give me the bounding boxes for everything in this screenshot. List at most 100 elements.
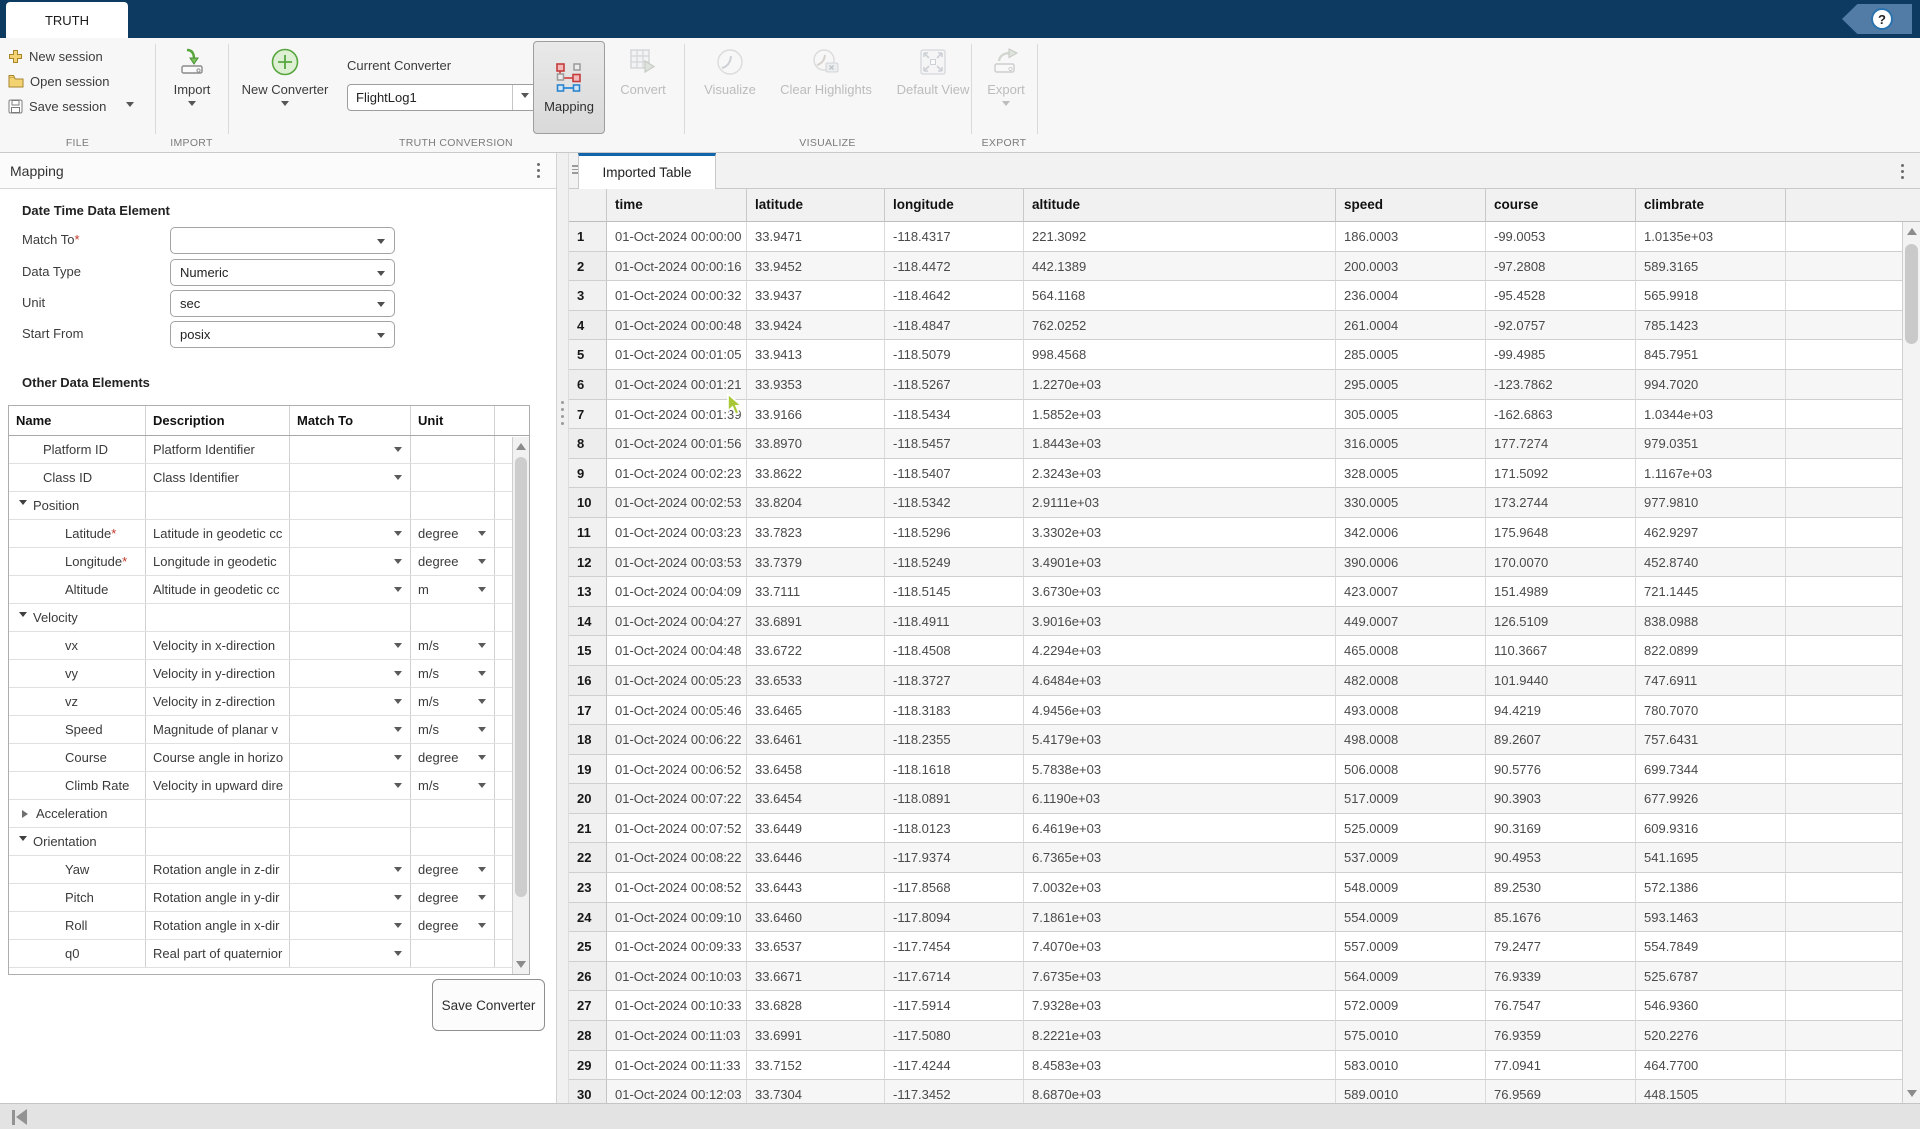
- table-cell[interactable]: 90.4953: [1486, 843, 1636, 873]
- table-cell[interactable]: 01-Oct-2024 00:11:03: [607, 1021, 747, 1051]
- tree-cell-unit[interactable]: degree: [411, 912, 495, 939]
- collapse-group-icon[interactable]: [19, 500, 27, 509]
- collapse-group-icon[interactable]: [19, 836, 27, 845]
- row-number-cell[interactable]: 4: [569, 311, 607, 341]
- table-cell[interactable]: 462.9297: [1636, 518, 1786, 548]
- table-cell[interactable]: 33.6465: [747, 696, 885, 726]
- table-cell[interactable]: 33.6446: [747, 843, 885, 873]
- table-cell[interactable]: -118.3727: [885, 666, 1024, 696]
- table-cell[interactable]: 6.1190e+03: [1024, 784, 1336, 814]
- tree-cell-unit[interactable]: degree: [411, 744, 495, 771]
- table-cell[interactable]: 01-Oct-2024 00:07:52: [607, 814, 747, 844]
- unit-dropdown-icon[interactable]: [478, 867, 486, 876]
- row-number-cell[interactable]: 22: [569, 843, 607, 873]
- table-cell[interactable]: 838.0988: [1636, 607, 1786, 637]
- table-cell[interactable]: 977.9810: [1636, 488, 1786, 518]
- table-cell[interactable]: 33.9471: [747, 222, 885, 252]
- table-cell[interactable]: -118.5267: [885, 370, 1024, 400]
- table-cell[interactable]: 76.9359: [1486, 1021, 1636, 1051]
- table-cell[interactable]: 01-Oct-2024 00:07:22: [607, 784, 747, 814]
- scrollbar-thumb[interactable]: [515, 457, 527, 897]
- table-cell[interactable]: 33.9353: [747, 370, 885, 400]
- table-cell[interactable]: 01-Oct-2024 00:06:52: [607, 755, 747, 785]
- unit-dropdown-icon[interactable]: [478, 895, 486, 904]
- table-cell[interactable]: 89.2607: [1486, 725, 1636, 755]
- table-cell[interactable]: 33.8970: [747, 429, 885, 459]
- table-cell[interactable]: 01-Oct-2024 00:04:27: [607, 607, 747, 637]
- table-cell[interactable]: 01-Oct-2024 00:03:53: [607, 548, 747, 578]
- tab-imported-table[interactable]: Imported Table: [578, 153, 716, 189]
- table-cell[interactable]: -99.0053: [1486, 222, 1636, 252]
- table-cell[interactable]: -117.5080: [885, 1021, 1024, 1051]
- row-number-cell[interactable]: 17: [569, 696, 607, 726]
- unit-dropdown-icon[interactable]: [478, 923, 486, 932]
- table-cell[interactable]: 33.6828: [747, 991, 885, 1021]
- tree-row[interactable]: AltitudeAltitude in geodetic ccm: [9, 576, 529, 604]
- table-cell[interactable]: 699.7344: [1636, 755, 1786, 785]
- row-number-cell[interactable]: 28: [569, 1021, 607, 1051]
- row-number-cell[interactable]: 2: [569, 252, 607, 282]
- table-cell[interactable]: 01-Oct-2024 00:09:10: [607, 903, 747, 933]
- scroll-down-icon[interactable]: [1907, 1090, 1917, 1097]
- match-to-dropdown-icon[interactable]: [394, 699, 402, 708]
- table-cell[interactable]: 554.7849: [1636, 932, 1786, 962]
- tree-row[interactable]: Velocity: [9, 604, 529, 632]
- table-cell[interactable]: 170.0070: [1486, 548, 1636, 578]
- table-cell[interactable]: 94.4219: [1486, 696, 1636, 726]
- table-cell[interactable]: 565.9918: [1636, 281, 1786, 311]
- tree-cell-match-to[interactable]: [290, 548, 411, 575]
- table-cell[interactable]: 79.2477: [1486, 932, 1636, 962]
- table-cell[interactable]: -123.7862: [1486, 370, 1636, 400]
- table-cell[interactable]: -118.0891: [885, 784, 1024, 814]
- table-cell[interactable]: 7.9328e+03: [1024, 991, 1336, 1021]
- table-cell[interactable]: 506.0008: [1336, 755, 1486, 785]
- table-cell[interactable]: 589.0010: [1336, 1080, 1486, 1103]
- table-cell[interactable]: 01-Oct-2024 00:03:23: [607, 518, 747, 548]
- tree-row[interactable]: Latitude*Latitude in geodetic ccdegree: [9, 520, 529, 548]
- table-cell[interactable]: -95.4528: [1486, 281, 1636, 311]
- save-session-dropdown-caret[interactable]: [126, 102, 134, 111]
- table-cell[interactable]: 452.8740: [1636, 548, 1786, 578]
- table-cell[interactable]: 1.0135e+03: [1636, 222, 1786, 252]
- tree-cell-unit[interactable]: degree: [411, 520, 495, 547]
- table-cell[interactable]: 171.5092: [1486, 459, 1636, 489]
- row-number-cell[interactable]: 7: [569, 400, 607, 430]
- table-cell[interactable]: 01-Oct-2024 00:05:46: [607, 696, 747, 726]
- table-cell[interactable]: 01-Oct-2024 00:01:05: [607, 340, 747, 370]
- table-cell[interactable]: 979.0351: [1636, 429, 1786, 459]
- table-cell[interactable]: 998.4568: [1024, 340, 1336, 370]
- table-cell[interactable]: 342.0006: [1336, 518, 1486, 548]
- table-cell[interactable]: 747.6911: [1636, 666, 1786, 696]
- match-to-dropdown-icon[interactable]: [394, 755, 402, 764]
- table-cell[interactable]: 2.3243e+03: [1024, 459, 1336, 489]
- tree-row[interactable]: YawRotation angle in z-dirdegree: [9, 856, 529, 884]
- table-cell[interactable]: 33.7823: [747, 518, 885, 548]
- tree-cell-match-to[interactable]: [290, 520, 411, 547]
- table-cell[interactable]: 173.2744: [1486, 488, 1636, 518]
- scroll-down-icon[interactable]: [516, 961, 526, 968]
- table-cell[interactable]: 1.5852e+03: [1024, 400, 1336, 430]
- table-cell[interactable]: -118.4317: [885, 222, 1024, 252]
- table-cell[interactable]: 498.0008: [1336, 725, 1486, 755]
- unit-dropdown-icon[interactable]: [478, 783, 486, 792]
- table-cell[interactable]: 01-Oct-2024 00:01:56: [607, 429, 747, 459]
- table-cell[interactable]: -92.0757: [1486, 311, 1636, 341]
- table-cell[interactable]: 5.4179e+03: [1024, 725, 1336, 755]
- table-cell[interactable]: -162.6863: [1486, 400, 1636, 430]
- ribbon-tab-truth[interactable]: TRUTH: [6, 2, 128, 38]
- table-cell[interactable]: 554.0009: [1336, 903, 1486, 933]
- table-cell[interactable]: 8.6870e+03: [1024, 1080, 1336, 1103]
- table-cell[interactable]: 01-Oct-2024 00:01:39: [607, 400, 747, 430]
- table-cell[interactable]: -118.5249: [885, 548, 1024, 578]
- table-cell[interactable]: 4.9456e+03: [1024, 696, 1336, 726]
- table-cell[interactable]: 33.7379: [747, 548, 885, 578]
- table-cell[interactable]: 575.0010: [1336, 1021, 1486, 1051]
- table-cell[interactable]: 236.0004: [1336, 281, 1486, 311]
- table-cell[interactable]: 01-Oct-2024 00:04:48: [607, 636, 747, 666]
- table-cell[interactable]: -117.4244: [885, 1051, 1024, 1081]
- table-cell[interactable]: 546.9360: [1636, 991, 1786, 1021]
- tree-cell-unit[interactable]: degree: [411, 548, 495, 575]
- table-cell[interactable]: 33.9437: [747, 281, 885, 311]
- collapse-group-icon[interactable]: [19, 612, 27, 621]
- table-cell[interactable]: 90.3169: [1486, 814, 1636, 844]
